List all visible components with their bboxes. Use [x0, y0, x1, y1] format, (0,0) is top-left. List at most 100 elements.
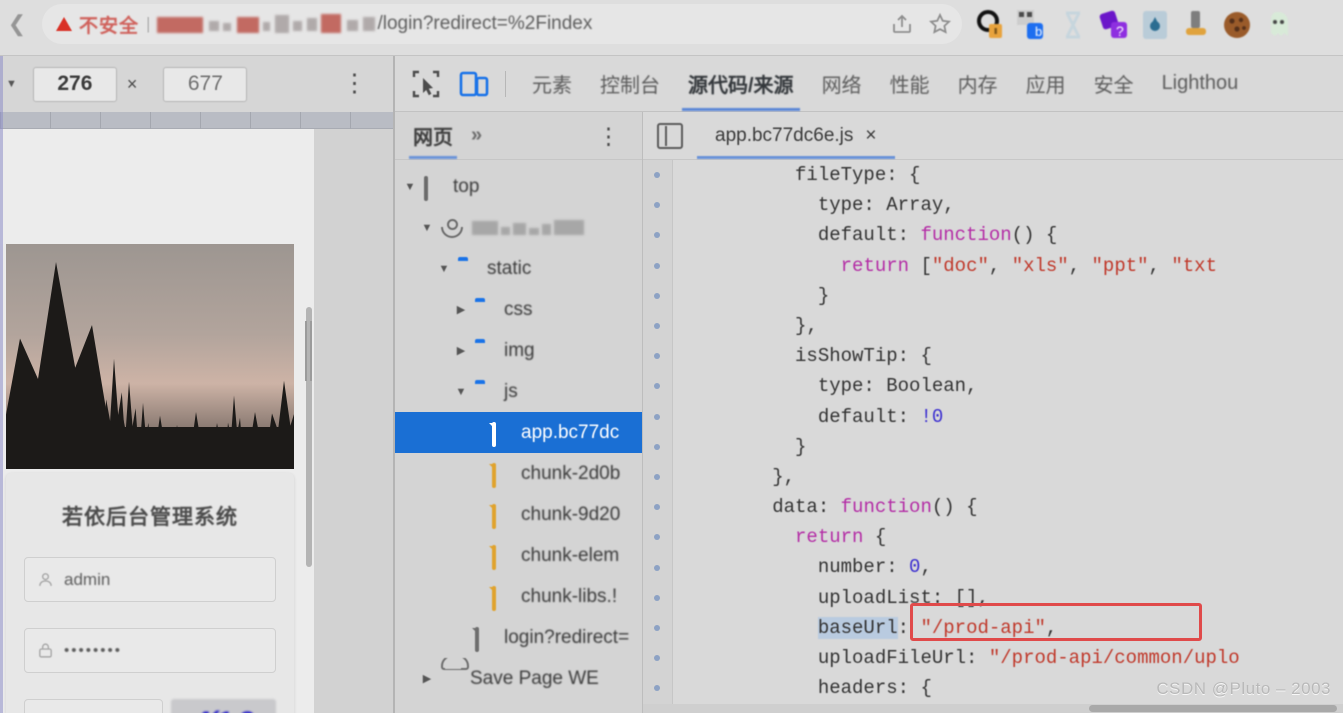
chevron-right-icon[interactable]: ▶: [454, 344, 468, 357]
device-height-input[interactable]: 677: [163, 66, 248, 102]
tree-item-js[interactable]: ▼ js: [395, 371, 642, 412]
line-marker[interactable]: [654, 383, 660, 390]
line-marker[interactable]: [654, 594, 660, 601]
tree-item-label: img: [504, 339, 535, 361]
close-icon[interactable]: ×: [865, 125, 876, 147]
browser-back-icon[interactable]: ❮: [2, 10, 32, 38]
lock-icon: [39, 643, 52, 658]
tab-6[interactable]: 应用: [1012, 57, 1080, 111]
browser-toolbar: ❮ 不安全 | /login?redirect=%2Findex b ?: [0, 0, 1343, 56]
line-marker[interactable]: [654, 232, 660, 239]
pocket-icon[interactable]: [1139, 9, 1171, 41]
captcha-placeholder: 验证码: [64, 709, 115, 713]
navigator-header: 网页 » ⋮: [395, 112, 642, 160]
frame-icon: [424, 175, 446, 201]
tree-item-chunk-9d20[interactable]: chunk-9d20: [395, 494, 642, 535]
ghostery-icon[interactable]: [1262, 9, 1294, 41]
editor-gutter[interactable]: [643, 160, 673, 713]
tree-item-chunk-2d0b[interactable]: chunk-2d0b: [395, 453, 642, 494]
line-marker[interactable]: [654, 504, 660, 511]
line-marker[interactable]: [654, 172, 660, 178]
chevron-right-icon[interactable]: ▶: [420, 672, 434, 685]
line-marker[interactable]: [654, 564, 660, 571]
tree-item-label: chunk-2d0b: [521, 462, 621, 484]
star-icon[interactable]: [928, 12, 952, 36]
tab-3[interactable]: 网络: [808, 57, 876, 111]
evernote-icon[interactable]: ?: [1098, 9, 1130, 41]
tab-2[interactable]: 源代码/来源: [674, 57, 808, 111]
address-bar[interactable]: 不安全 | /login?redirect=%2Findex: [42, 4, 962, 44]
code-editor[interactable]: fileType: { type: Array, default: functi…: [643, 160, 1343, 713]
source-code[interactable]: fileType: { type: Array, default: functi…: [673, 160, 1343, 703]
code-line: fileType: {: [681, 164, 921, 186]
line-marker[interactable]: [654, 655, 660, 662]
code-line: default: !0: [681, 405, 944, 428]
tab-4[interactable]: 性能: [876, 57, 944, 111]
device-width-input[interactable]: 276: [32, 66, 117, 102]
username-field[interactable]: admin: [24, 557, 276, 602]
cloud-icon: [441, 670, 463, 688]
chevron-down-icon[interactable]: ▼: [454, 386, 468, 398]
line-marker[interactable]: [654, 443, 660, 450]
chevron-down-icon[interactable]: ▼: [403, 181, 417, 193]
tab-7[interactable]: 安全: [1080, 57, 1148, 111]
editor-horizontal-scrollbar[interactable]: [643, 704, 1343, 713]
password-field[interactable]: ••••••••: [24, 628, 276, 673]
user-icon: [39, 573, 52, 586]
tree-item-css[interactable]: ▶ css: [395, 289, 642, 330]
tree-item-app-bc77dc[interactable]: app.bc77dc: [395, 412, 642, 453]
captcha-image[interactable]: 4(1-3: [171, 699, 276, 713]
line-marker[interactable]: [654, 625, 660, 631]
bitwarden-icon[interactable]: b: [1016, 9, 1048, 41]
tree-item-img[interactable]: ▶ img: [395, 330, 642, 371]
redacted-origin: [472, 220, 584, 235]
tab-5[interactable]: 内存: [944, 57, 1012, 111]
navigator-pane: 网页 » ⋮ ▼ top ▼ ▼ static ▶ css ▶ img ▼ js app.bc77dc…: [395, 112, 643, 713]
tab-0[interactable]: 元素: [518, 57, 586, 111]
tampermonkey-icon[interactable]: [1180, 9, 1212, 41]
device-toolbar-icon[interactable]: [457, 67, 491, 101]
tab-label: 内存: [957, 75, 998, 97]
tree-item-save-page-we[interactable]: ▶ Save Page WE: [395, 658, 642, 699]
tab-1[interactable]: 控制台: [586, 57, 674, 111]
cookie-icon[interactable]: [1221, 9, 1253, 41]
tab-8[interactable]: Lighthou: [1148, 57, 1253, 111]
inspect-element-icon[interactable]: [409, 67, 443, 101]
captcha-field[interactable]: 验证码: [24, 699, 163, 713]
tab-page[interactable]: 网页: [409, 112, 457, 159]
share-icon[interactable]: [890, 12, 914, 36]
device-toolbar-menu-icon[interactable]: ⋮: [342, 70, 367, 96]
tree-item-static[interactable]: ▼ static: [395, 248, 642, 289]
device-preset-caret-icon[interactable]: ▼: [6, 78, 17, 90]
tab-label: 控制台: [600, 75, 660, 97]
line-marker[interactable]: [654, 474, 660, 480]
hourglass-icon[interactable]: [1057, 9, 1089, 41]
editor-file-tab[interactable]: app.bc77dc6e.js ×: [697, 112, 894, 159]
line-marker[interactable]: [654, 202, 660, 209]
navigator-menu-icon[interactable]: ⋮: [597, 123, 620, 150]
viewport-resize-handle[interactable]: [305, 321, 315, 381]
chevron-down-icon[interactable]: ▼: [420, 222, 434, 234]
tree-item-redacted[interactable]: ▼: [395, 207, 642, 248]
line-marker[interactable]: [654, 685, 660, 692]
tree-item-chunk-libs-[interactable]: chunk-libs.!: [395, 576, 642, 617]
captcha-row: 验证码 4(1-3: [24, 699, 276, 713]
line-marker[interactable]: [654, 262, 660, 269]
line-marker[interactable]: [654, 323, 660, 329]
device-ruler: [0, 112, 395, 129]
lastpass-icon[interactable]: [975, 9, 1007, 41]
line-marker[interactable]: [654, 413, 660, 420]
viewport-scrollbar[interactable]: [305, 129, 313, 713]
tree-item-top[interactable]: ▼ top: [395, 166, 642, 207]
show-navigator-icon[interactable]: [657, 122, 683, 149]
chevron-right-icon[interactable]: ▶: [454, 303, 468, 316]
navigator-more-tabs[interactable]: »: [471, 124, 482, 147]
tree-item-login-redirect-[interactable]: login?redirect=: [395, 617, 642, 658]
line-marker[interactable]: [654, 292, 660, 299]
emulated-viewport[interactable]: 若依后台管理系统 admin ••••••••: [0, 129, 314, 713]
line-marker[interactable]: [654, 534, 660, 541]
line-marker[interactable]: [654, 353, 660, 360]
chevron-down-icon[interactable]: ▼: [437, 263, 451, 275]
tree-item-label: css: [504, 298, 533, 320]
tree-item-chunk-elem[interactable]: chunk-elem: [395, 535, 642, 576]
